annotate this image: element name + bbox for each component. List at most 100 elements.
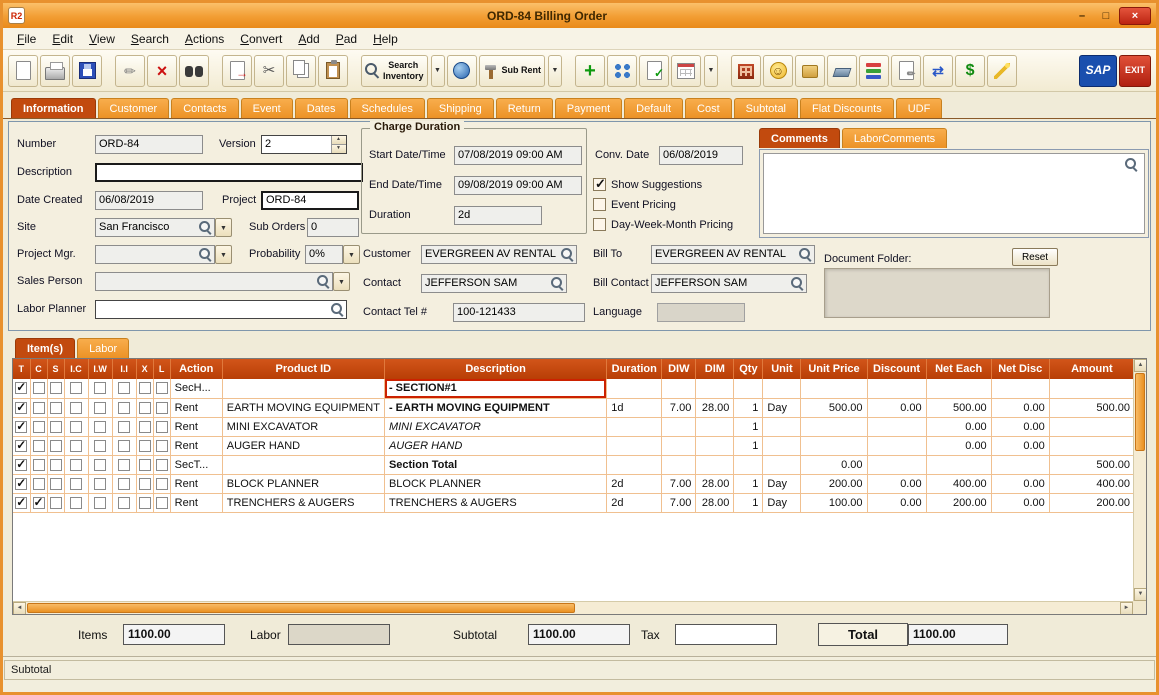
col-header-unit[interactable]: Unit: [763, 359, 801, 379]
vertical-scroll-thumb[interactable]: [1135, 373, 1145, 451]
row3-check-l[interactable]: [156, 421, 168, 433]
row2-check-t[interactable]: [15, 402, 27, 414]
row7-qty[interactable]: 1: [734, 493, 763, 512]
row2-action[interactable]: Rent: [170, 398, 222, 417]
row2-qty[interactable]: 1: [734, 398, 763, 417]
event-pricing-checkbox[interactable]: [593, 198, 606, 211]
bill-contact-lookup-icon[interactable]: [790, 276, 805, 291]
row2-duration[interactable]: 1d: [607, 398, 662, 417]
horizontal-scrollbar[interactable]: [13, 601, 1133, 614]
col-header-net-disc[interactable]: Net Disc: [991, 359, 1049, 379]
language-field[interactable]: [657, 303, 745, 322]
row2-net-disc[interactable]: 0.00: [991, 398, 1049, 417]
row4-duration[interactable]: [607, 436, 662, 455]
row1-check-s[interactable]: [50, 382, 62, 394]
col-header-description[interactable]: Description: [384, 359, 606, 379]
row2-check-x[interactable]: [139, 402, 151, 414]
row4-unit[interactable]: [763, 436, 801, 455]
row1-dim[interactable]: [696, 379, 734, 398]
row6-check-l[interactable]: [156, 478, 168, 490]
row4-check-t[interactable]: [15, 440, 27, 452]
menu-file[interactable]: File: [9, 29, 44, 49]
row3-duration[interactable]: [607, 417, 662, 436]
row6-check-t[interactable]: [15, 478, 27, 490]
tab-udf[interactable]: UDF: [896, 98, 943, 118]
row2-unit[interactable]: Day: [763, 398, 801, 417]
scroll-left-icon[interactable]: [13, 602, 26, 615]
row6-qty[interactable]: 1: [734, 474, 763, 493]
scroll-up-icon[interactable]: [1134, 359, 1147, 372]
row5-check-x[interactable]: [139, 459, 151, 471]
row1-check-x[interactable]: [139, 382, 151, 394]
menu-search[interactable]: Search: [123, 29, 177, 49]
row7-action[interactable]: Rent: [170, 493, 222, 512]
row7-check-i-c[interactable]: [70, 497, 82, 509]
horizontal-scroll-thumb[interactable]: [27, 603, 575, 613]
money-button[interactable]: $: [955, 55, 985, 87]
col-header-qty[interactable]: Qty: [734, 359, 763, 379]
row7-diw[interactable]: 7.00: [662, 493, 696, 512]
menu-pad[interactable]: Pad: [328, 29, 365, 49]
row4-check-i-c[interactable]: [70, 440, 82, 452]
bill-to-field[interactable]: EVERGREEN AV RENTAL: [651, 245, 815, 264]
convert-button[interactable]: ⇄: [923, 55, 953, 87]
row1-check-i-i[interactable]: [118, 382, 130, 394]
row6-check-x[interactable]: [139, 478, 151, 490]
tab-cost[interactable]: Cost: [685, 98, 732, 118]
probability-dropdown[interactable]: [343, 245, 360, 264]
col-header-dim[interactable]: DIM: [696, 359, 734, 379]
row1-qty[interactable]: [734, 379, 763, 398]
row2-net-each[interactable]: 500.00: [926, 398, 991, 417]
tab-contacts[interactable]: Contacts: [171, 98, 238, 118]
eraser-button[interactable]: [827, 55, 857, 87]
site-dropdown[interactable]: [215, 218, 232, 237]
row2-amount[interactable]: 500.00: [1049, 398, 1134, 417]
row3-diw[interactable]: [662, 417, 696, 436]
globe-button[interactable]: [447, 55, 477, 87]
row2-check-i-w[interactable]: [94, 402, 106, 414]
row1-amount[interactable]: [1049, 379, 1134, 398]
row7-net-disc[interactable]: 0.00: [991, 493, 1049, 512]
save-button[interactable]: [72, 55, 102, 87]
exit-button[interactable]: EXIT: [1119, 55, 1151, 87]
close-button[interactable]: ×: [1119, 7, 1151, 25]
row3-net-disc[interactable]: 0.00: [991, 417, 1049, 436]
row3-amount[interactable]: [1049, 417, 1134, 436]
items-tab-item-s[interactable]: Item(s): [15, 338, 75, 358]
cube-stack-button[interactable]: [859, 55, 889, 87]
row6-discount[interactable]: 0.00: [867, 474, 926, 493]
row2-check-i-c[interactable]: [70, 402, 82, 414]
row6-check-i-c[interactable]: [70, 478, 82, 490]
building-button[interactable]: [731, 55, 761, 87]
row7-description[interactable]: TRENCHERS & AUGERS: [384, 493, 606, 512]
number-field[interactable]: ORD-84: [95, 135, 203, 154]
sub-rent-dropdown[interactable]: [548, 55, 562, 87]
row6-diw[interactable]: 7.00: [662, 474, 696, 493]
row5-check-i-c[interactable]: [70, 459, 82, 471]
row3-check-s[interactable]: [50, 421, 62, 433]
row5-product-id[interactable]: [222, 455, 384, 474]
bill-contact-field[interactable]: JEFFERSON SAM: [651, 274, 807, 293]
col-header-action[interactable]: Action: [170, 359, 222, 379]
row1-check-l[interactable]: [156, 382, 168, 394]
menu-convert[interactable]: Convert: [232, 29, 290, 49]
row7-dim[interactable]: 28.00: [696, 493, 734, 512]
row5-net-disc[interactable]: [991, 455, 1049, 474]
wand-button[interactable]: [987, 55, 1017, 87]
site-field[interactable]: San Francisco: [95, 218, 215, 237]
row5-action[interactable]: SecT...: [170, 455, 222, 474]
row5-dim[interactable]: [696, 455, 734, 474]
row4-diw[interactable]: [662, 436, 696, 455]
menu-edit[interactable]: Edit: [44, 29, 81, 49]
add-button[interactable]: +: [575, 55, 605, 87]
version-spinner[interactable]: [331, 136, 346, 153]
col-header-x[interactable]: X: [136, 359, 153, 379]
comments-textarea[interactable]: [763, 153, 1145, 234]
row3-unit[interactable]: [763, 417, 801, 436]
row7-check-s[interactable]: [50, 497, 62, 509]
vertical-scrollbar[interactable]: [1133, 359, 1146, 601]
customer-lookup-icon[interactable]: [560, 247, 575, 262]
row5-unit[interactable]: [763, 455, 801, 474]
menu-view[interactable]: View: [81, 29, 123, 49]
col-header-c[interactable]: C: [30, 359, 47, 379]
